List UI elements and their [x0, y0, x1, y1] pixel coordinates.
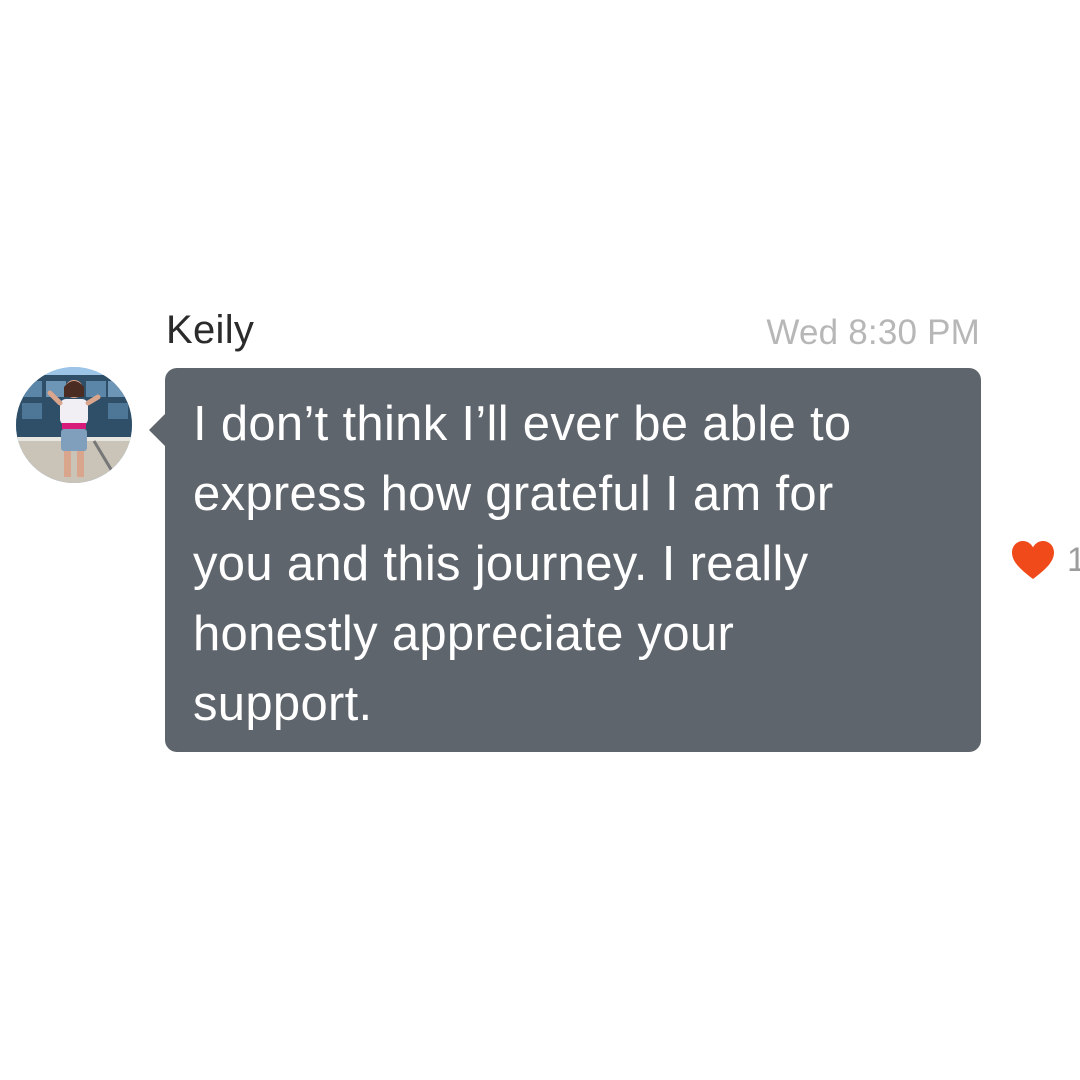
reaction-badge[interactable]: 1: [1011, 538, 1080, 582]
message-timestamp: Wed 8:30 PM: [766, 313, 980, 352]
message-bubble[interactable]: I don’t think I’ll ever be able to expre…: [165, 368, 981, 752]
sender-name: Keily: [166, 308, 255, 352]
avatar-photo: [16, 367, 132, 483]
reaction-count: 1: [1067, 541, 1080, 579]
heart-icon: [1012, 541, 1054, 579]
avatar[interactable]: [16, 367, 132, 483]
message-text: I don’t think I’ll ever be able to expre…: [193, 397, 852, 731]
bubble-tail: [149, 413, 166, 447]
chat-view: Keily Wed 8:30 PM I don’t think I’ll eve…: [0, 0, 1080, 1080]
